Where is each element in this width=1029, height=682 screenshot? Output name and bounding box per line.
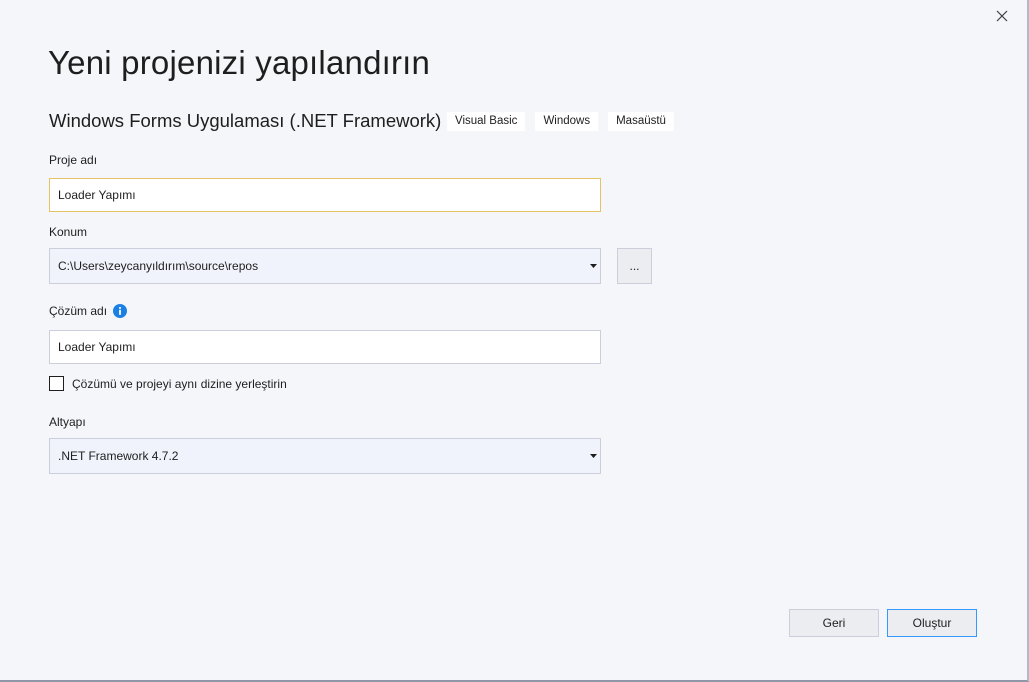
- back-button[interactable]: Geri: [789, 609, 879, 637]
- browse-button[interactable]: ...: [617, 248, 652, 284]
- tag-project-type: Masaüstü: [608, 112, 674, 131]
- location-combobox[interactable]: C:\Users\zeycanyıldırım\source\repos: [49, 248, 601, 284]
- close-button[interactable]: [990, 4, 1014, 28]
- chevron-down-icon[interactable]: [586, 439, 600, 473]
- same-directory-checkbox[interactable]: [49, 376, 64, 391]
- location-label: Konum: [49, 225, 88, 239]
- solution-name-label: Çözüm adı: [49, 304, 108, 318]
- create-button[interactable]: Oluştur: [887, 609, 977, 637]
- same-directory-option[interactable]: Çözümü ve projeyi aynı dizine yerleştiri…: [49, 376, 287, 391]
- page-title: Yeni projenizi yapılandırın: [48, 44, 431, 81]
- chevron-down-icon[interactable]: [586, 249, 600, 283]
- solution-name-value: Loader Yapımı: [58, 340, 136, 354]
- solution-name-input[interactable]: Loader Yapımı: [49, 330, 601, 364]
- tag-language: Visual Basic: [447, 112, 526, 131]
- same-directory-label[interactable]: Çözümü ve projeyi aynı dizine yerleştiri…: [72, 377, 287, 391]
- project-name-label: Proje adı: [49, 153, 98, 167]
- tag-platform: Windows: [535, 112, 599, 131]
- close-icon: [996, 10, 1008, 22]
- location-value: C:\Users\zeycanyıldırım\source\repos: [58, 259, 259, 273]
- template-name: Windows Forms Uygulaması (.NET Framework…: [49, 110, 442, 131]
- project-name-value: Loader Yapımı: [58, 188, 136, 202]
- framework-combobox[interactable]: .NET Framework 4.7.2: [49, 438, 601, 474]
- framework-value: .NET Framework 4.7.2: [58, 449, 179, 463]
- framework-label: Altyapı: [49, 415, 86, 429]
- project-name-input[interactable]: Loader Yapımı: [49, 178, 601, 212]
- info-icon[interactable]: [113, 304, 127, 318]
- template-tags: Visual Basic Windows Masaüstü: [447, 112, 684, 131]
- configure-project-dialog: Yeni projenizi yapılandırın Windows Form…: [0, 0, 1029, 682]
